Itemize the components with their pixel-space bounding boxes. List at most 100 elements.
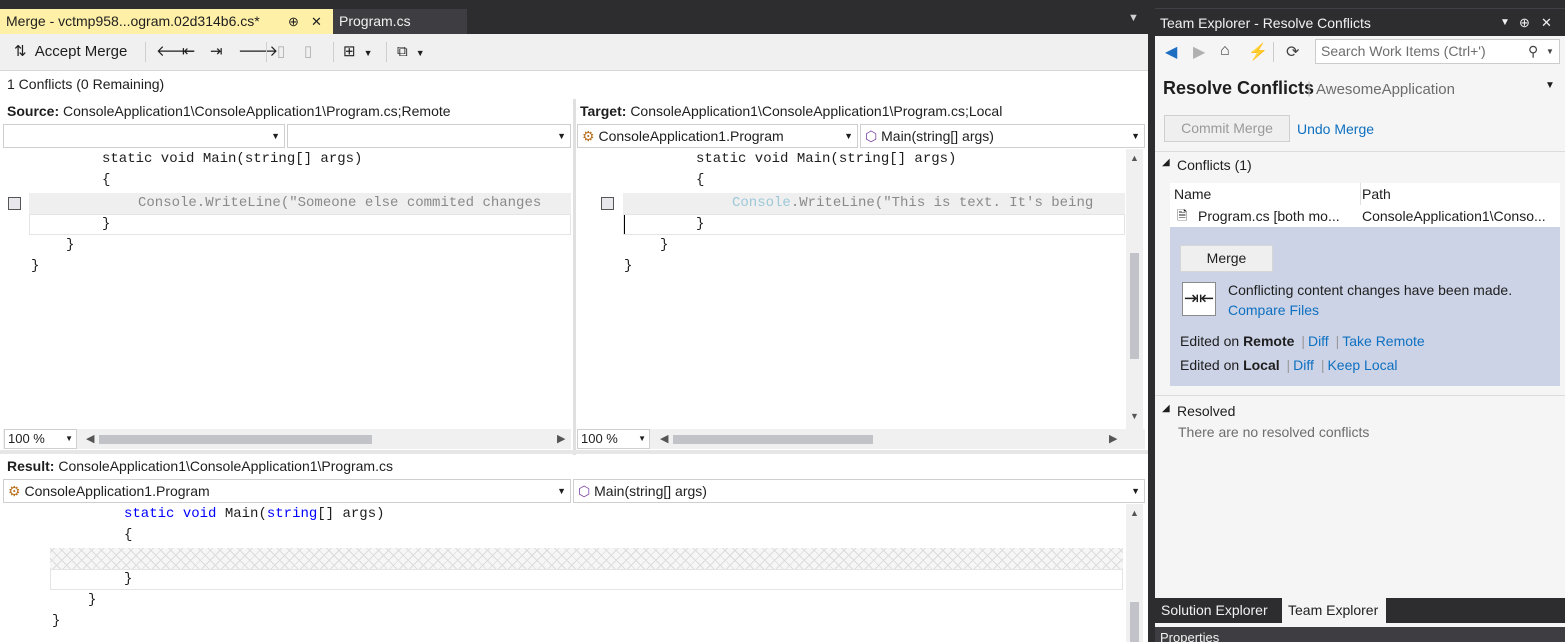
window-menu-icon[interactable]: ▼	[1500, 9, 1510, 37]
right-pane-icon[interactable]: ▯	[304, 42, 312, 62]
code-line: Console.WriteLine("Someone else commited…	[138, 195, 542, 211]
conflict-row[interactable]: 🗎 Program.cs [both mo... ConsoleApplicat…	[1170, 205, 1560, 227]
tab-team-explorer[interactable]: Team Explorer	[1282, 598, 1386, 623]
target-vertical-scrollbar[interactable]: ▲ ▼	[1126, 149, 1143, 429]
scroll-left-icon[interactable]: ◀	[660, 432, 668, 445]
diff-local-link[interactable]: Diff	[1293, 357, 1314, 373]
target-member-combo[interactable]: ⬡ Main(string[] args) ▼	[860, 124, 1145, 148]
diff-remote-link[interactable]: Diff	[1308, 333, 1329, 349]
target-code-pane[interactable]: static void Main(string[] args) { Consol…	[577, 149, 1125, 429]
scroll-right-icon[interactable]: ▶	[1109, 432, 1117, 445]
target-path: ConsoleApplication1\ConsoleApplication1\…	[630, 103, 1003, 119]
search-icon[interactable]: ⚲	[1528, 40, 1538, 63]
horizontal-scrollbar[interactable]	[99, 435, 372, 444]
target-type-combo[interactable]: ⚙ ConsoleApplication1.Program ▼	[577, 124, 858, 148]
merge-button[interactable]: Merge	[1180, 245, 1273, 272]
horizontal-scrollbar[interactable]	[673, 435, 873, 444]
scroll-down-icon[interactable]: ▼	[1130, 411, 1139, 421]
back-icon[interactable]: ◀	[1165, 42, 1177, 62]
conflicts-header[interactable]: Conflicts (1)	[1177, 157, 1252, 173]
keep-local-link[interactable]: Keep Local	[1327, 357, 1397, 373]
conflict-checkbox[interactable]	[8, 197, 21, 210]
tab-overflow-dropdown-icon[interactable]: ▼	[1128, 12, 1139, 24]
conflict-checkbox[interactable]	[601, 197, 614, 210]
unresolved-conflict-region[interactable]	[50, 548, 1123, 569]
conflict-details-panel: Merge ⇥⇤ Conflicting content changes hav…	[1170, 227, 1560, 386]
source-code-pane[interactable]: static void Main(string[] args) { Consol…	[3, 149, 571, 429]
section-divider	[1155, 151, 1565, 152]
project-name[interactable]: AwesomeApplication	[1316, 81, 1455, 98]
page-menu-chevron-icon[interactable]: ▼	[1545, 80, 1555, 91]
close-icon[interactable]: ✕	[1541, 9, 1552, 37]
last-conflict-icon[interactable]: ⇥	[210, 42, 223, 62]
compare-files-link[interactable]: Compare Files	[1228, 302, 1319, 318]
collapse-resolved-icon[interactable]: ◢	[1162, 403, 1170, 414]
pin-icon[interactable]: ⊕	[288, 9, 299, 34]
next-conflict-icon[interactable]: 🡒	[238, 42, 278, 62]
accept-merge-label: Accept Merge	[34, 43, 128, 60]
result-header: Result: ConsoleApplication1\ConsoleAppli…	[7, 454, 1137, 478]
column-name[interactable]: Name	[1174, 186, 1211, 202]
scroll-up-icon[interactable]: ▲	[1130, 508, 1139, 518]
source-type-combo[interactable]: ▼	[3, 124, 285, 148]
result-member-value: Main(string[] args)	[594, 483, 707, 499]
conflict-status: 1 Conflicts (0 Remaining)	[7, 76, 165, 92]
refresh-icon[interactable]: ⟳	[1286, 42, 1299, 62]
code-line: {	[696, 172, 705, 188]
first-conflict-icon[interactable]: ⇤	[182, 42, 195, 62]
result-code-pane[interactable]: static void Main(string[] args) { } } }	[3, 504, 1123, 642]
collapse-conflicts-icon[interactable]: ◢	[1162, 157, 1170, 168]
take-remote-link[interactable]: Take Remote	[1342, 333, 1424, 349]
column-divider[interactable]	[1360, 183, 1361, 205]
compare-options-icon[interactable]: ⧉ ▼	[397, 42, 425, 62]
tab-merge[interactable]: Merge - vctmp958...ogram.02d314b6.cs* ⊕ …	[0, 9, 333, 34]
resolved-header[interactable]: Resolved	[1177, 403, 1235, 419]
connect-icon[interactable]: ⚡	[1248, 42, 1268, 62]
conflicts-table-header: Name Path	[1170, 183, 1560, 206]
tab-program-cs[interactable]: Program.cs	[333, 9, 467, 34]
result-type-combo[interactable]: ⚙ ConsoleApplication1.Program ▼	[3, 479, 571, 503]
result-vertical-scrollbar[interactable]: ▲	[1126, 504, 1143, 642]
title-divider: |	[1307, 80, 1312, 97]
code-line: }	[124, 571, 133, 587]
accept-merge-button[interactable]: ⇅ Accept Merge	[14, 42, 127, 62]
scroll-thumb[interactable]	[1130, 602, 1139, 642]
conflict-highlight	[50, 569, 1123, 590]
pin-icon[interactable]: ⊕	[1519, 9, 1530, 37]
home-icon[interactable]: ⌂	[1220, 42, 1230, 60]
result-member-combo[interactable]: ⬡ Main(string[] args) ▼	[573, 479, 1145, 503]
source-member-combo[interactable]: ▼	[287, 124, 571, 148]
properties-window-title[interactable]: Properties	[1155, 627, 1565, 642]
pane-splitter[interactable]	[573, 99, 576, 455]
undo-merge-link[interactable]: Undo Merge	[1297, 121, 1374, 137]
source-header: Source: ConsoleApplication1\ConsoleAppli…	[7, 99, 572, 123]
forward-icon[interactable]: ▶	[1193, 42, 1205, 62]
source-zoom-combo[interactable]: 100 % ▼	[4, 429, 77, 449]
conflict-row-path: ConsoleApplication1\Conso...	[1362, 208, 1546, 224]
chevron-down-icon: ▼	[1131, 486, 1140, 496]
remote-label: Remote	[1243, 333, 1295, 349]
scroll-up-icon[interactable]: ▲	[1130, 153, 1139, 163]
column-path[interactable]: Path	[1362, 186, 1391, 202]
chevron-down-icon[interactable]: ▼	[1546, 40, 1554, 63]
source-label: Source:	[7, 103, 60, 119]
edited-local-row: Edited on Local | Diff | Keep Local	[1180, 357, 1398, 373]
scroll-thumb[interactable]	[1130, 253, 1139, 359]
tab-program-label: Program.cs	[339, 13, 411, 29]
search-work-items-input[interactable]: Search Work Items (Ctrl+') ⚲ ▼	[1315, 39, 1560, 64]
target-header: Target: ConsoleApplication1\ConsoleAppli…	[580, 99, 1145, 123]
code-line: static void Main(string[] args)	[696, 151, 957, 167]
code-line: {	[124, 527, 133, 543]
close-icon[interactable]: ✕	[311, 9, 322, 34]
scroll-left-icon[interactable]: ◀	[86, 432, 94, 445]
layout-icon[interactable]: ⊞ ▼	[343, 42, 373, 62]
commit-merge-button[interactable]: Commit Merge	[1164, 115, 1290, 142]
local-label: Local	[1243, 357, 1280, 373]
tab-solution-explorer[interactable]: Solution Explorer	[1155, 598, 1280, 623]
scroll-right-icon[interactable]: ▶	[557, 432, 565, 445]
code-line: }	[88, 592, 97, 608]
code-line: }	[624, 258, 633, 274]
left-pane-icon[interactable]: ▯	[277, 42, 285, 62]
target-zoom-combo[interactable]: 100 % ▼	[577, 429, 650, 449]
code-line: }	[52, 613, 61, 629]
